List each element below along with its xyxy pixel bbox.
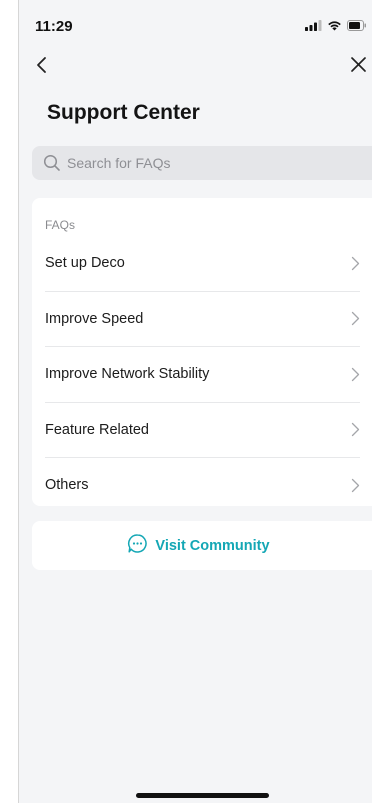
faq-item-improve-network-stability[interactable]: Improve Network Stability	[45, 347, 360, 403]
status-bar: 11:29	[19, 0, 372, 44]
battery-icon	[347, 18, 367, 36]
search-icon	[43, 154, 61, 172]
chevron-right-icon	[351, 311, 360, 326]
faq-item-label: Improve Network Stability	[45, 366, 210, 383]
close-icon	[350, 56, 367, 78]
visit-community-content: Visit Community	[127, 533, 270, 559]
wifi-icon	[327, 18, 342, 36]
signal-icon	[305, 18, 322, 36]
status-icons	[305, 18, 367, 36]
visit-community-label: Visit Community	[155, 537, 270, 554]
page-title: Support Center	[47, 101, 200, 124]
search-input[interactable]	[67, 155, 347, 171]
faq-item-label: Improve Speed	[45, 310, 144, 327]
search-bar[interactable]	[32, 146, 372, 180]
chevron-right-icon	[351, 256, 360, 271]
home-indicator	[136, 793, 269, 798]
faq-item-set-up-deco[interactable]: Set up Deco	[45, 236, 360, 292]
nav-bar	[19, 52, 372, 82]
chat-bubble-icon	[127, 533, 148, 559]
faq-item-label: Feature Related	[45, 421, 149, 438]
chevron-right-icon	[351, 367, 360, 382]
faq-list: Set up Deco Improve Speed Improve Networ…	[32, 236, 372, 513]
chevron-right-icon	[351, 422, 360, 437]
faq-card: FAQs Set up Deco Improve Speed Improve N…	[32, 198, 372, 506]
chevron-left-icon	[36, 56, 48, 79]
chevron-right-icon	[351, 478, 360, 493]
faq-item-label: Others	[45, 477, 89, 494]
visit-community-button[interactable]: Visit Community	[32, 521, 372, 570]
status-time: 11:29	[35, 18, 73, 35]
faq-section-header: FAQs	[45, 218, 76, 232]
faq-item-feature-related[interactable]: Feature Related	[45, 403, 360, 458]
back-button[interactable]	[29, 52, 55, 82]
app-screen: 11:29 Support Center Search for FAQs FAQ…	[18, 0, 372, 803]
faq-item-improve-speed[interactable]: Improve Speed	[45, 292, 360, 347]
faq-item-others[interactable]: Others	[45, 458, 360, 513]
close-button[interactable]	[345, 52, 371, 82]
faq-item-label: Set up Deco	[45, 255, 125, 272]
